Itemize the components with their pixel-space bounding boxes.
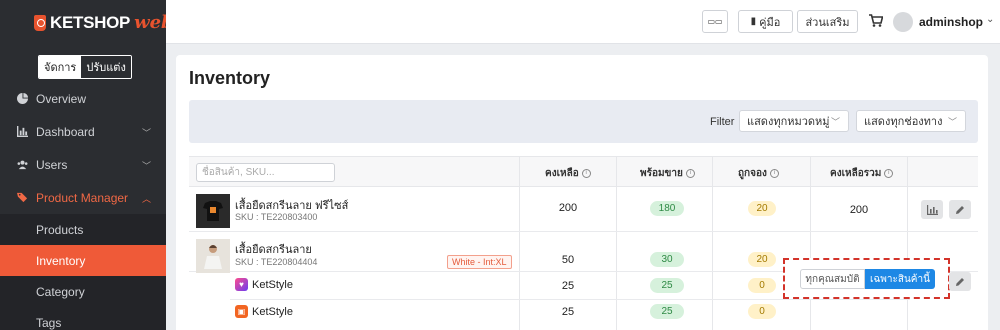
variant-tag: White - Int:XL [447,255,512,269]
info-icon[interactable]: i [581,169,591,178]
avatar[interactable] [893,12,913,32]
bar-chart-icon [926,204,938,215]
ketstyle-bag-icon: ▣ [235,305,248,318]
mode-manage-button[interactable]: จัดการ [39,56,82,78]
table-header: คงเหลือ i พร้อมขาย i ถูกจอง i คงเหลือรวม… [189,156,978,187]
header-ready: พร้อมขาย i [640,166,695,181]
sidebar-subitem-category[interactable]: Category [0,276,166,307]
product-thumbnail[interactable] [196,239,230,273]
ready-badge: 25 [650,278,684,293]
reserved-badge: 0 [748,304,776,319]
remaining-value: 25 [561,280,575,292]
grid-icon: ▭▭ [707,17,723,26]
info-icon[interactable]: i [884,169,894,178]
channel-name: KetStyle [252,278,293,291]
ready-badge: 25 [650,304,684,319]
chevron-down-icon: ﹀ [141,161,151,171]
chevron-up-icon: ︿ [141,194,151,204]
header-total-label: คงเหลือรวม [830,168,882,179]
brand-name: KETSHOP [50,12,131,32]
header-reserved: ถูกจอง i [738,166,779,181]
brand-logo[interactable]: KETSHOP web [34,12,174,33]
product-only-button[interactable]: เฉพาะสินค้านี้ [865,269,935,289]
mode-customize-button[interactable]: ปรับแต่ง [81,56,131,78]
reserved-badge: 20 [748,201,776,216]
category-filter-select[interactable]: แสดงทุกหมวดหมู่ ﹀ [739,110,849,132]
channel-item: ▣ KetStyle [235,305,293,318]
grid-button[interactable]: ▭▭ [702,10,728,33]
header-reserved-label: ถูกจอง [738,168,767,179]
channel-filter-select[interactable]: แสดงทุกช่องทาง ﹀ [856,110,966,132]
remaining-value: 200 [558,202,578,214]
addons-button[interactable]: ส่วนเสริม [797,10,858,33]
ready-badge: 180 [650,201,684,216]
product-sku: SKU : TE220804404 [235,257,318,267]
pencil-icon [956,277,964,286]
chart-button[interactable] [921,200,943,219]
book-icon: ▮ [750,16,757,27]
total-value: 200 [849,204,869,216]
header-remaining-label: คงเหลือ [545,168,579,179]
info-icon[interactable]: i [769,169,779,178]
sidebar-subitem-tags[interactable]: Tags [0,307,166,330]
sidebar-item-users[interactable]: Users ﹀ [0,148,166,181]
sidebar-nav: Overview Dashboard ﹀ Users ﹀ Product Man… [0,82,166,330]
product-thumbnail[interactable] [196,194,230,228]
sidebar-item-product-manager[interactable]: Product Manager ︿ [0,181,166,214]
chevron-down-icon: ﹀ [947,117,957,127]
chevron-down-icon: ﹀ [830,117,840,127]
filter-bar: Filter แสดงทุกหมวดหมู่ ﹀ แสดงทุกช่องทาง … [189,100,978,143]
manual-button[interactable]: ▮ คู่มือ [738,10,793,33]
tag-icon [17,192,28,203]
sidebar-subitem-products[interactable]: Products [0,214,166,245]
page-title: Inventory [189,68,271,88]
remaining-value: 25 [561,306,575,318]
header-total: คงเหลือรวม i [830,166,894,181]
edit-button[interactable] [949,200,971,219]
channel-filter-value: แสดงทุกช่องทาง [864,116,943,128]
reserved-badge: 20 [748,252,776,267]
search-input[interactable] [196,163,335,182]
filter-label: Filter [710,116,735,128]
channel-name: KetStyle [252,305,293,318]
sidebar-subitem-inventory[interactable]: Inventory [0,245,166,276]
sidebar-item-label: Product Manager [36,190,129,205]
pie-chart-icon [17,93,28,104]
reserved-badge: 0 [748,278,776,293]
all-attributes-button[interactable]: ทุกคุณสมบัติ [800,269,865,289]
pencil-icon [956,205,964,214]
chevron-down-icon: ﹀ [141,128,151,138]
edit-button[interactable] [949,272,971,291]
product-name[interactable]: เสื้อยืดสกรีนลาย [235,240,312,258]
sidebar: KETSHOP web จัดการ ปรับแต่ง Overview Das… [0,0,174,330]
chevron-down-icon[interactable]: ⌄ [986,14,994,25]
edit-scope-popover: ทุกคุณสมบัติ เฉพาะสินค้านี้ [783,258,950,299]
users-icon [17,160,28,170]
category-filter-value: แสดงทุกหมวดหมู่ [747,116,830,128]
channel-item: ♥ KetStyle [235,278,293,291]
sidebar-item-dashboard[interactable]: Dashboard ﹀ [0,115,166,148]
manual-label: คู่มือ [759,16,781,29]
tshirt-image [196,194,230,228]
cart-icon[interactable] [869,14,884,30]
product-sku: SKU : TE220803400 [235,212,318,222]
topbar: ▭▭ ▮ คู่มือ ส่วนเสริม adminshop ⌄ [166,0,1000,44]
sidebar-item-label: Dashboard [36,124,95,139]
model-photo-image [196,239,230,273]
header-remaining: คงเหลือ i [545,166,591,181]
mode-toggle: จัดการ ปรับแต่ง [38,55,132,79]
sidebar-item-overview[interactable]: Overview [0,82,166,115]
ready-badge: 30 [650,252,684,267]
sidebar-item-label: Users [36,157,68,172]
sidebar-item-label: Overview [36,91,87,106]
header-ready-label: พร้อมขาย [640,168,683,179]
remaining-value: 50 [561,254,575,266]
user-name[interactable]: adminshop [919,15,983,29]
ketstyle-heart-icon: ♥ [235,278,248,291]
cup-logo-icon [34,14,46,31]
info-icon[interactable]: i [685,169,695,178]
bar-chart-icon [17,126,28,137]
